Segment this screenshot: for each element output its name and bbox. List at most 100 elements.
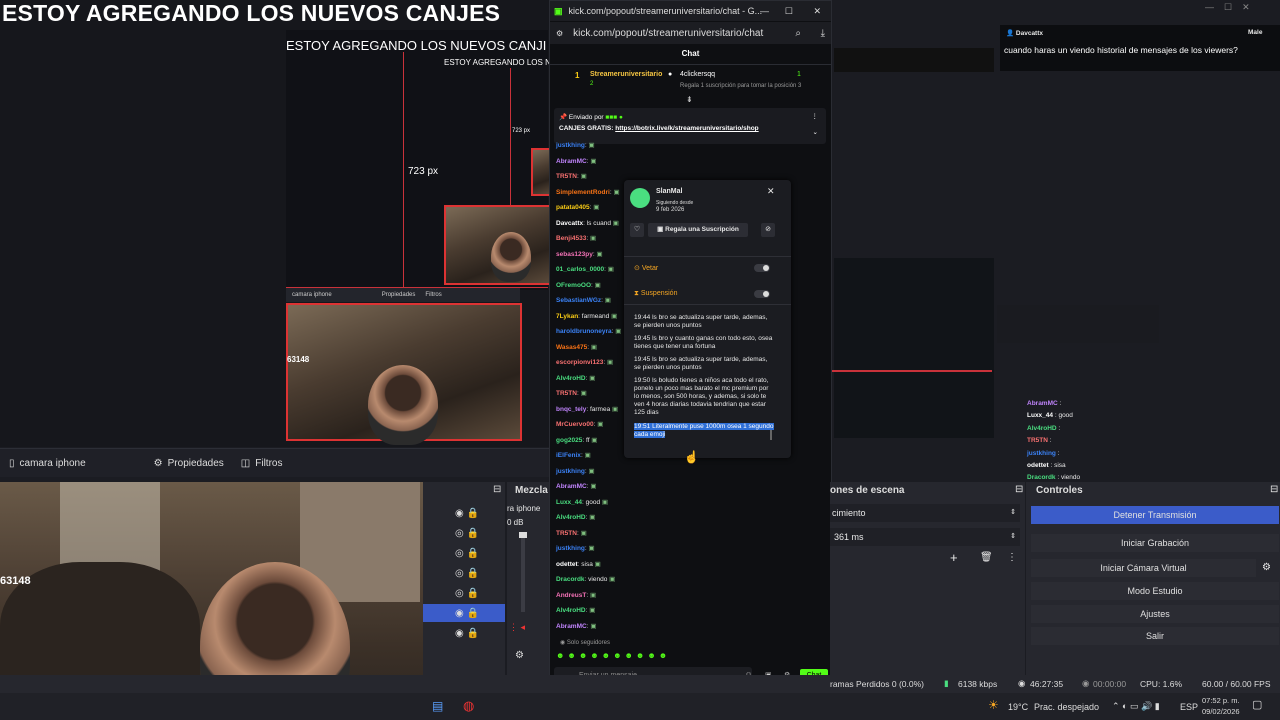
chat-username[interactable]: Alv4roHD bbox=[556, 375, 586, 382]
obs-icon[interactable]: ◍ bbox=[463, 698, 474, 714]
pinned-message[interactable]: 📌 Enviado por ■■■ ● ⋮ CANJES GRATIS: htt… bbox=[554, 108, 826, 144]
chat-message[interactable]: Luxx_44: good ▣ bbox=[556, 498, 608, 506]
chat-username[interactable]: Dracordk bbox=[556, 576, 585, 583]
chat-message[interactable]: AbramMC: ▣ bbox=[556, 157, 596, 165]
chat-message[interactable]: haroldbrunoneyra: ▣ bbox=[556, 327, 621, 335]
chat-message[interactable]: TR5TN: ▣ bbox=[556, 529, 587, 537]
chat-message[interactable]: Davcattx: ls cuand ▣ bbox=[556, 219, 619, 227]
chat-username[interactable]: TR5TN bbox=[556, 173, 577, 180]
eye-icon[interactable]: ◎ 🔒 bbox=[455, 548, 479, 559]
virtual-cam-settings-icon[interactable]: ⚙ bbox=[1262, 562, 1271, 573]
site-info-icon[interactable]: ⚙ bbox=[556, 29, 563, 38]
chat-message[interactable]: OFremoOO: ▣ bbox=[556, 281, 601, 289]
add-icon[interactable]: + bbox=[950, 550, 958, 565]
minimize-icon[interactable]: — bbox=[760, 6, 769, 16]
chat-username[interactable]: Alv4roHD bbox=[556, 607, 586, 614]
chat-message[interactable]: odettet: sisa ▣ bbox=[556, 560, 601, 568]
chat-message[interactable]: Alv4roHD: ▣ bbox=[556, 374, 595, 382]
history-message-highlighted[interactable]: 19:51 Literalmente puse 1000m osea 1 seg… bbox=[634, 423, 774, 439]
chat-username[interactable]: sebas123py bbox=[556, 251, 593, 258]
duration-input[interactable]: 361 ms ⇕ bbox=[830, 528, 1020, 546]
start-recording-button[interactable]: Iniciar Grabación bbox=[1031, 534, 1279, 552]
chat-message[interactable]: MrCuervo00: ▣ bbox=[556, 420, 603, 428]
chat-username[interactable]: 7Lykan bbox=[556, 313, 578, 320]
chat-username[interactable]: AbramMC bbox=[556, 483, 587, 490]
transition-select[interactable]: cimiento ⇕ bbox=[830, 504, 1020, 522]
chat-username[interactable]: haroldbrunoneyra bbox=[556, 328, 612, 335]
exit-button[interactable]: Salir bbox=[1031, 627, 1279, 645]
chat-username[interactable]: Benji4533 bbox=[556, 235, 586, 242]
more-icon[interactable]: ⋮ bbox=[812, 112, 819, 120]
chat-username[interactable]: iElFenix bbox=[556, 452, 581, 459]
eye-icon[interactable]: ◎ 🔒 bbox=[455, 588, 479, 599]
suspension-toggle[interactable] bbox=[754, 290, 770, 298]
chat-username[interactable]: patata0405 bbox=[556, 204, 590, 211]
chat-username[interactable]: justkhing bbox=[556, 142, 585, 149]
filters-button[interactable]: ◫ Filtros bbox=[241, 458, 283, 469]
dock-icon[interactable]: ⊟ bbox=[493, 484, 501, 495]
stop-stream-button[interactable]: Detener Transmisión bbox=[1031, 506, 1279, 524]
more-icon[interactable]: ⋮ bbox=[1007, 552, 1017, 563]
chat-username[interactable]: AbramMC bbox=[556, 623, 587, 630]
emote-bar[interactable]: ☻☻☻☻☻☻☻☻☻☻ bbox=[556, 651, 670, 660]
scrollbar[interactable] bbox=[770, 430, 772, 440]
chat-message[interactable]: Wasas475: ▣ bbox=[556, 343, 597, 351]
url-text[interactable]: kick.com/popout/streameruniversitario/ch… bbox=[573, 28, 763, 39]
chat-username[interactable]: Alv4roHD bbox=[556, 514, 586, 521]
properties-button[interactable]: ⚙ Propiedades bbox=[154, 458, 224, 469]
chat-message[interactable]: justkhing: ▣ bbox=[556, 544, 595, 552]
volume-handle[interactable] bbox=[519, 532, 527, 538]
chat-username[interactable]: justkhing bbox=[556, 468, 585, 475]
eye-icon[interactable]: ◉ 🔒 bbox=[455, 508, 479, 519]
chat-username[interactable]: 01_carlos_0000 bbox=[556, 266, 604, 273]
trash-icon[interactable]: 🗑 bbox=[980, 552, 993, 563]
chat-message[interactable]: bnqc_tely: farmea ▣ bbox=[556, 405, 618, 413]
notification-icon[interactable]: ▢ bbox=[1252, 698, 1262, 711]
chat-username[interactable]: Wasas475 bbox=[556, 344, 587, 351]
expand-icon[interactable]: ⇟ bbox=[686, 95, 693, 104]
chat-message[interactable]: TR5TN: ▣ bbox=[556, 172, 587, 180]
chat-message[interactable]: AndreusT: ▣ bbox=[556, 591, 596, 599]
download-icon[interactable]: ⤓ bbox=[821, 28, 825, 39]
maximize-icon[interactable]: ☐ bbox=[785, 6, 793, 17]
chat-message[interactable]: Alv4roHD: ▣ bbox=[556, 606, 595, 614]
user-card-popup[interactable]: SlanMal Siguiendo desde 9 feb 2026 ✕ ♡ ▣… bbox=[624, 180, 791, 458]
chat-username[interactable]: Luxx_44 bbox=[556, 499, 582, 506]
mixer-settings-icon[interactable]: ⚙ bbox=[515, 650, 524, 661]
clock-time[interactable]: 07:52 p. m. bbox=[1202, 696, 1240, 705]
chat-message[interactable]: gog2025: ff ▣ bbox=[556, 436, 597, 444]
address-bar[interactable]: ⚙ kick.com/popout/streameruniversitario/… bbox=[550, 22, 831, 44]
chat-username[interactable]: bnqc_tely bbox=[556, 406, 586, 413]
chat-message[interactable]: SimplementRodri: ▣ bbox=[556, 188, 620, 196]
chat-username[interactable]: AbramMC bbox=[556, 158, 587, 165]
close-icon[interactable]: ✕ bbox=[767, 186, 775, 197]
chevron-down-icon[interactable]: ⌄ bbox=[813, 128, 818, 136]
chat-message[interactable]: Dracordk: viendo ▣ bbox=[556, 575, 615, 583]
clock-date[interactable]: 09/02/2026 bbox=[1202, 707, 1240, 716]
vetar-toggle[interactable] bbox=[754, 264, 770, 272]
chat-message[interactable]: justkhing: ▣ bbox=[556, 141, 595, 149]
leaderboard-name-2[interactable]: 4clickersqq bbox=[680, 71, 715, 78]
chat-username[interactable]: TR5TN bbox=[556, 390, 577, 397]
eye-icon[interactable]: ◎ 🔒 bbox=[455, 568, 479, 579]
chat-message[interactable]: SebastianWGz: ▣ bbox=[556, 296, 611, 304]
chat-username[interactable]: MrCuervo00 bbox=[556, 421, 594, 428]
chat-message[interactable]: 7Lykan: farmeand ▣ bbox=[556, 312, 617, 320]
chat-message[interactable]: AbramMC: ▣ bbox=[556, 482, 596, 490]
chat-message[interactable]: escorpionvi123: ▣ bbox=[556, 358, 613, 366]
chat-message[interactable]: iElFenix: ▣ bbox=[556, 451, 591, 459]
ban-button[interactable]: ⊘ bbox=[761, 223, 775, 237]
volume-slider[interactable] bbox=[521, 532, 525, 612]
chat-message[interactable]: Benji4533: ▣ bbox=[556, 234, 596, 242]
settings-button[interactable]: Ajustes bbox=[1031, 605, 1279, 623]
eye-icon[interactable]: ◉ 🔒 bbox=[455, 628, 479, 639]
chat-username[interactable]: justkhing bbox=[556, 545, 585, 552]
virtual-camera-button[interactable]: Iniciar Cámara Virtual bbox=[1031, 559, 1256, 577]
window-controls[interactable]: — ☐ ✕ bbox=[1205, 2, 1250, 13]
chat-message[interactable]: sebas123py: ▣ bbox=[556, 250, 603, 258]
chat-message[interactable]: AbramMC: ▣ bbox=[556, 622, 596, 630]
pinned-link[interactable]: https://botrix.live/k/streameruniversita… bbox=[615, 125, 758, 132]
chat-username[interactable]: escorpionvi123 bbox=[556, 359, 603, 366]
chat-username[interactable]: odettet bbox=[556, 561, 578, 568]
chat-username[interactable]: SimplementRodri bbox=[556, 189, 610, 196]
